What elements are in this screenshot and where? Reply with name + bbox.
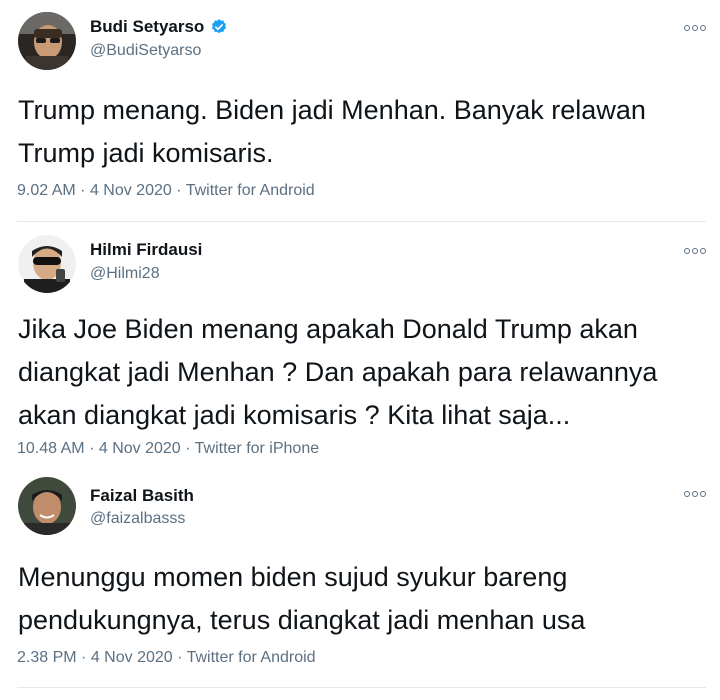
author-handle[interactable]: @BudiSetyarso	[90, 42, 201, 60]
tweet-text: Menunggu momen biden sujud syukur bareng…	[18, 556, 698, 642]
tweet-time[interactable]: 2.38 PM	[17, 649, 77, 666]
divider	[17, 687, 706, 688]
author-handle[interactable]: @faizalbasss	[90, 510, 185, 528]
tweet-date[interactable]: 4 Nov 2020	[91, 649, 173, 666]
more-options-icon[interactable]	[684, 490, 706, 498]
divider	[17, 221, 706, 222]
tweet-card: Hilmi Firdausi @Hilmi28 Jika Joe Biden m…	[0, 223, 720, 468]
tweet-text-line: pendukungnya, terus diangkat jadi menhan…	[18, 605, 586, 635]
meta-separator: ·	[81, 649, 87, 666]
tweet-time[interactable]: 9.02 AM	[17, 182, 76, 199]
tweet-text-line: Jika Joe Biden menang apakah Donald Trum…	[18, 314, 638, 344]
author-handle[interactable]: @Hilmi28	[90, 265, 160, 283]
tweet-date[interactable]: 4 Nov 2020	[99, 440, 181, 457]
avatar[interactable]	[18, 12, 76, 70]
author-name[interactable]: Budi Setyarso	[90, 17, 204, 37]
tweet-card: Faizal Basith @faizalbasss Menunggu mome…	[0, 469, 720, 691]
author-name[interactable]: Faizal Basith	[90, 486, 194, 506]
meta-separator: ·	[176, 182, 182, 199]
meta-separator: ·	[89, 440, 95, 457]
tweet-text-line: Trump menang. Biden jadi Menhan. Banyak …	[18, 95, 646, 125]
tweet-text-line: akan diangkat jadi komisaris ? Kita liha…	[18, 400, 571, 430]
meta-separator: ·	[80, 182, 86, 199]
meta-separator: ·	[177, 649, 183, 666]
more-options-icon[interactable]	[684, 24, 706, 32]
tweet-text-line: Trump jadi komisaris.	[18, 138, 274, 168]
avatar[interactable]	[18, 235, 76, 293]
tweet-source[interactable]: Twitter for Android	[187, 649, 316, 666]
more-options-icon[interactable]	[684, 247, 706, 255]
tweet-source[interactable]: Twitter for iPhone	[195, 440, 320, 457]
tweet-time[interactable]: 10.48 AM	[17, 440, 85, 457]
tweet-meta: 10.48 AM · 4 Nov 2020 · Twitter for iPho…	[17, 440, 319, 458]
tweet-source[interactable]: Twitter for Android	[186, 182, 315, 199]
tweet-text-line: Menunggu momen biden sujud syukur bareng	[18, 562, 568, 592]
tweet-card: Budi Setyarso @BudiSetyarso Trump menang…	[0, 0, 720, 222]
author-name[interactable]: Hilmi Firdausi	[90, 240, 202, 260]
verified-badge-icon	[211, 19, 227, 34]
tweet-text: Trump menang. Biden jadi Menhan. Banyak …	[18, 89, 698, 175]
tweet-text: Jika Joe Biden menang apakah Donald Trum…	[18, 308, 698, 437]
meta-separator: ·	[185, 440, 191, 457]
tweet-date[interactable]: 4 Nov 2020	[90, 182, 172, 199]
tweet-text-line: diangkat jadi Menhan ? Dan apakah para r…	[18, 357, 658, 387]
tweet-meta: 2.38 PM · 4 Nov 2020 · Twitter for Andro…	[17, 649, 316, 667]
tweet-meta: 9.02 AM · 4 Nov 2020 · Twitter for Andro…	[17, 182, 315, 200]
avatar[interactable]	[18, 477, 76, 535]
